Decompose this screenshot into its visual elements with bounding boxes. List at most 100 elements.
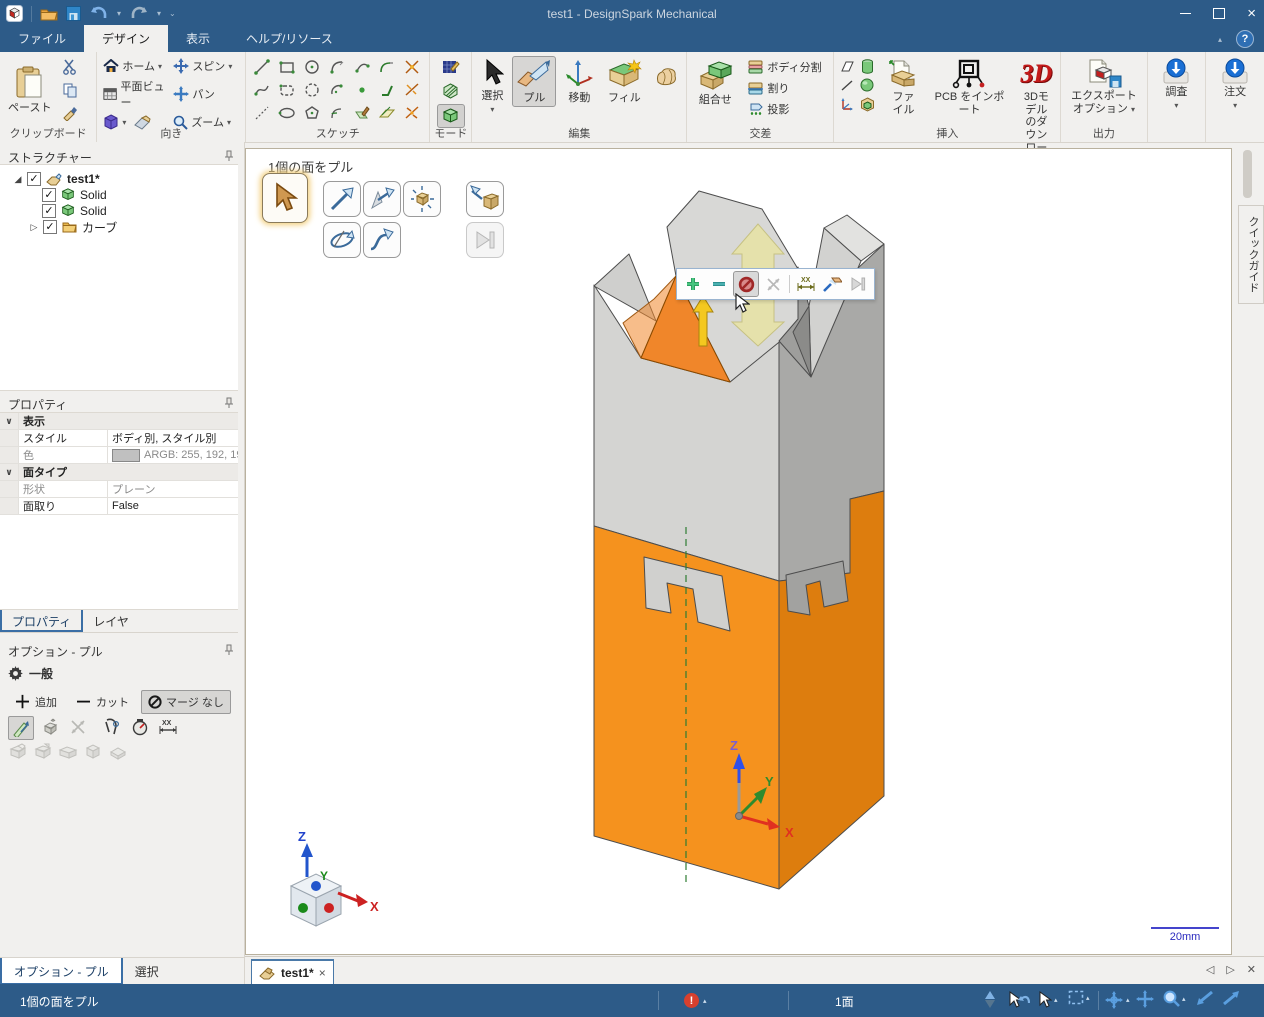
insert-line-icon[interactable]: [838, 77, 856, 93]
move-button[interactable]: 移動: [560, 56, 598, 107]
help-icon[interactable]: ?: [1236, 30, 1254, 48]
expand-icon[interactable]: ◢: [12, 174, 24, 185]
insert-axes-icon[interactable]: [838, 96, 856, 112]
sketch-line-icon[interactable]: [250, 56, 274, 78]
checkbox[interactable]: ✓: [27, 172, 41, 186]
measure-pull-icon[interactable]: [8, 716, 34, 740]
sketch-polygon-icon[interactable]: [300, 102, 324, 124]
options-general-row[interactable]: 一般: [8, 665, 53, 682]
undo-dropdown-icon[interactable]: ▾: [117, 9, 121, 18]
checkbox[interactable]: ✓: [42, 204, 56, 218]
pull-surface-tool-button[interactable]: [363, 181, 401, 217]
sketch-arrow-sw-icon[interactable]: [1196, 990, 1214, 1006]
tab-help-resources[interactable]: ヘルプ/リソース: [228, 25, 351, 52]
insert-cylinder-icon[interactable]: [858, 58, 876, 74]
sketch-offset-arc-icon[interactable]: [325, 102, 349, 124]
pull-button[interactable]: プル: [512, 56, 556, 107]
property-section-display[interactable]: ∨ 表示: [0, 413, 238, 430]
chevron-down-icon[interactable]: ∨: [0, 464, 19, 480]
project-button[interactable]: 投影: [745, 100, 823, 118]
next-step-tool-button[interactable]: [466, 222, 504, 258]
sketch-point-icon[interactable]: [350, 79, 374, 101]
pin-icon[interactable]: [224, 150, 234, 162]
minimize-button[interactable]: [1180, 13, 1191, 14]
pin-icon[interactable]: [224, 397, 234, 409]
select-button[interactable]: 選択▾: [476, 56, 508, 116]
select-cursor-icon[interactable]: ▴: [1036, 990, 1058, 1010]
view-cube[interactable]: Z Y X: [291, 829, 379, 926]
chamfer-cube-icon[interactable]: [33, 742, 53, 760]
pull-direction-tool-button[interactable]: [323, 181, 361, 217]
tab-design[interactable]: デザイン: [84, 25, 168, 52]
copy-icon[interactable]: [59, 80, 81, 100]
pull-face-icon[interactable]: [820, 272, 844, 296]
tab-properties[interactable]: プロパティ: [0, 610, 83, 632]
insert-file-button[interactable]: ファイル: [884, 57, 922, 118]
plan-view-button[interactable]: 平面ビュー: [101, 77, 171, 111]
tree-item-curves[interactable]: ▷ ✓ カーブ: [0, 219, 238, 235]
checkbox[interactable]: ✓: [42, 188, 56, 202]
tree-item-solid-2[interactable]: ✓ Solid: [0, 203, 238, 219]
quick-guide-tab[interactable]: クイックガイド: [1238, 205, 1264, 304]
pan-icon[interactable]: [1136, 990, 1154, 1008]
sketch-mirror-icon[interactable]: [400, 102, 424, 124]
sketch-plane-icon[interactable]: [375, 102, 399, 124]
redo-dropdown-icon[interactable]: ▾: [157, 9, 161, 18]
sketch-rounded-rectangle-icon[interactable]: [275, 79, 299, 101]
chamfer-cube-icon[interactable]: [108, 742, 128, 760]
no-merge-option-button[interactable]: マージ なし: [141, 690, 231, 714]
property-section-facetype[interactable]: ∨ 面タイプ: [0, 464, 238, 481]
tab-scroll-left-icon[interactable]: ◁: [1206, 963, 1214, 976]
sweep-tool-button[interactable]: [363, 222, 401, 258]
export-options-button[interactable]: エクスポートオプション ▾: [1067, 56, 1141, 117]
chevron-down-icon[interactable]: ∨: [0, 413, 19, 429]
tab-view[interactable]: 表示: [168, 25, 228, 52]
next-icon[interactable]: [846, 272, 870, 296]
pan-button[interactable]: パン: [171, 77, 241, 111]
no-direction-icon[interactable]: [761, 272, 785, 296]
add-option-button[interactable]: ＋ 追加: [8, 691, 63, 714]
tab-layers[interactable]: レイヤ: [83, 610, 139, 632]
property-row-chamfer[interactable]: 面取り False: [0, 498, 238, 515]
sketch-bend-icon[interactable]: [375, 79, 399, 101]
chamfer-cube-icon[interactable]: [83, 742, 103, 760]
order-button[interactable]: 注文▾: [1218, 56, 1252, 112]
blend-button[interactable]: [650, 64, 682, 90]
tab-scroll-right-icon[interactable]: ▷: [1226, 963, 1234, 976]
save-icon[interactable]: [66, 6, 81, 21]
cut-icon[interactable]: [59, 57, 81, 77]
close-tab-icon[interactable]: ×: [319, 966, 326, 980]
tab-close-icon[interactable]: ✕: [1247, 963, 1256, 976]
zoom-icon[interactable]: ▴: [1162, 990, 1186, 1008]
insert-plane-icon[interactable]: [838, 58, 856, 74]
both-sides-tool-button[interactable]: [403, 181, 441, 217]
scrollbar-thumb[interactable]: [1243, 150, 1252, 198]
viewport[interactable]: 1個の面をプル: [245, 148, 1232, 955]
selection-box-icon[interactable]: ▴: [1068, 990, 1090, 1005]
selection-spinner[interactable]: [985, 991, 995, 1008]
investigate-button[interactable]: 調査▾: [1159, 56, 1193, 112]
sketch-arc-icon[interactable]: [325, 79, 349, 101]
property-row-shape[interactable]: 形状 プレーン: [0, 481, 238, 498]
sketch-ellipse-icon[interactable]: [275, 102, 299, 124]
tab-selection[interactable]: 選択: [123, 958, 171, 985]
sketch-spline-icon[interactable]: [250, 79, 274, 101]
document-tab[interactable]: test1* ×: [251, 959, 334, 986]
redo-icon[interactable]: [129, 6, 149, 22]
checkbox[interactable]: ✓: [43, 220, 57, 234]
ruler-xx-icon[interactable]: XX: [156, 716, 180, 738]
sketch-pencil-icon[interactable]: [350, 102, 374, 124]
chamfer-cube-icon[interactable]: [58, 742, 78, 760]
undo-selection-icon[interactable]: [1006, 990, 1030, 1010]
select-tool-guide-button[interactable]: [262, 173, 308, 223]
alert-dropdown-icon[interactable]: ▴: [703, 997, 707, 1005]
cut-option-button[interactable]: － カット: [69, 691, 135, 714]
cut-icon[interactable]: [707, 272, 731, 296]
sketch-rectangle-icon[interactable]: [275, 56, 299, 78]
pin-icon[interactable]: [224, 644, 234, 656]
no-direction-icon[interactable]: [66, 716, 90, 738]
home-view-button[interactable]: ホーム▾: [101, 57, 171, 75]
orbit-icon[interactable]: ▴: [1104, 990, 1130, 1010]
maximize-button[interactable]: [1213, 8, 1225, 19]
combine-button[interactable]: 組合せ: [691, 56, 739, 109]
